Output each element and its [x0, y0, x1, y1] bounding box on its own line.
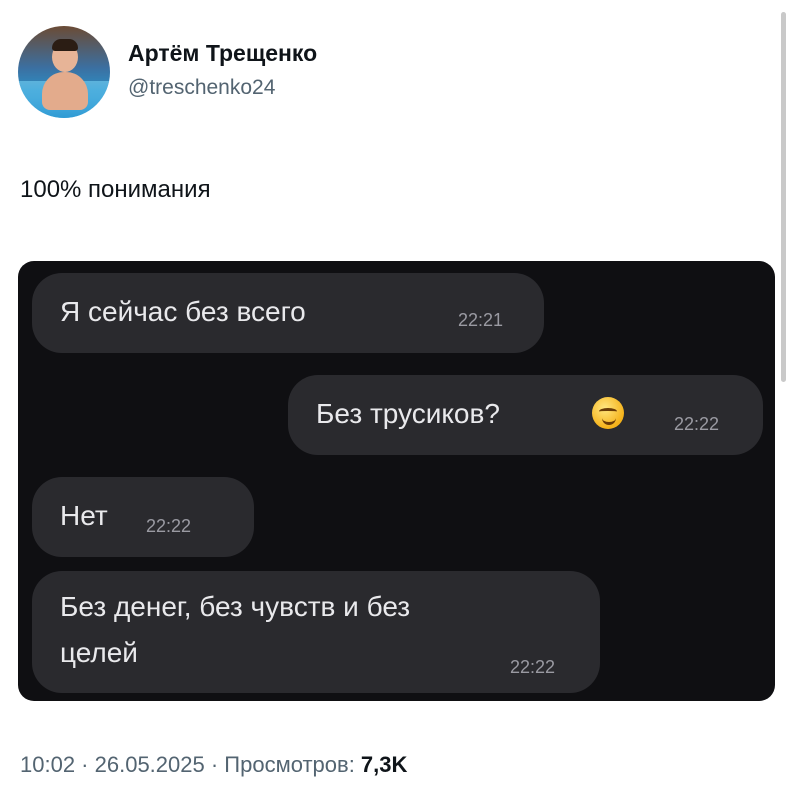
tweet-text: 100% понимания	[20, 176, 211, 203]
avatar-person-body	[42, 72, 88, 110]
separator: ·	[75, 752, 95, 777]
chat-bubble-outgoing: Без трусиков? 22:22	[288, 375, 763, 455]
views-count[interactable]: 7,3K	[361, 752, 407, 777]
message-time: 22:22	[510, 657, 556, 677]
chat-screenshot: Я сейчас без всего 22:21 Без трусиков? 2…	[18, 261, 775, 701]
tweet-date: 26.05.2025	[94, 752, 205, 777]
avatar[interactable]	[18, 26, 110, 118]
chat-bubble-incoming: Я сейчас без всего 22:21	[32, 273, 544, 353]
separator: ·	[204, 752, 225, 777]
author-name[interactable]: Артём Трещенко	[128, 40, 317, 67]
message-text: Без трусиков?	[316, 398, 500, 429]
chat-bubble-incoming: Нет 22:22	[32, 477, 254, 557]
tweet-meta: 10:02 · 26.05.2025 · Просмотров: 7,3K	[20, 752, 407, 778]
avatar-person-hair	[52, 39, 78, 51]
page-scrollbar[interactable]	[781, 12, 786, 382]
chat-bubble-incoming: Без денег, без чувств и без целей 22:22	[32, 571, 600, 693]
views-label: Просмотров:	[224, 752, 361, 777]
author-handle[interactable]: @treschenko24	[128, 76, 275, 100]
message-text-line-2: целей	[60, 637, 138, 668]
tweet-time: 10:02	[20, 752, 76, 777]
message-text: Нет	[60, 500, 108, 531]
message-text-line-1: Без денег, без чувств и без	[60, 591, 411, 622]
message-time: 22:21	[458, 310, 504, 330]
message-text: Я сейчас без всего	[60, 296, 306, 327]
smirking-face-emoji-icon	[592, 397, 624, 429]
message-time: 22:22	[674, 414, 720, 434]
message-time: 22:22	[146, 516, 192, 536]
